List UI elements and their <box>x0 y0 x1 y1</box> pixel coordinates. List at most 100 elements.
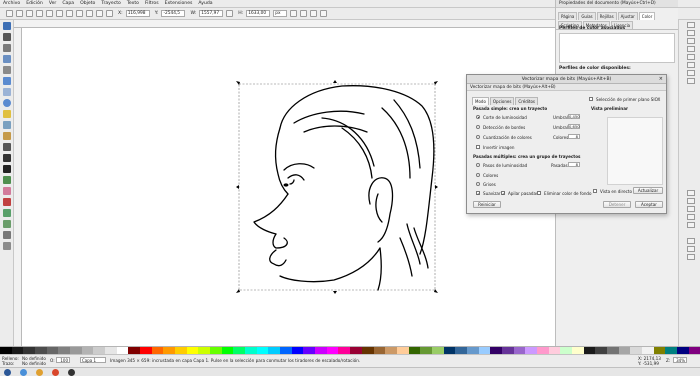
tab-snap[interactable]: Ajustar <box>617 12 638 20</box>
palette-swatch[interactable] <box>501 347 514 354</box>
move-patterns-icon[interactable] <box>320 10 328 17</box>
move-gradients-icon[interactable] <box>310 10 318 17</box>
menu-extensiones[interactable]: Extensiones <box>165 1 193 6</box>
palette-swatch[interactable] <box>525 347 537 354</box>
palette-swatch[interactable] <box>105 347 117 354</box>
menu-edicion[interactable]: Edición <box>26 1 43 6</box>
palette-swatch[interactable] <box>35 347 47 354</box>
palette-swatch[interactable] <box>303 347 316 354</box>
invert-image-checkbox[interactable] <box>476 145 480 149</box>
palette-swatch[interactable] <box>665 347 677 354</box>
color-quantization-radio[interactable] <box>476 135 480 139</box>
palette-swatch[interactable] <box>361 347 374 354</box>
grays-radio[interactable] <box>476 182 480 186</box>
palette-swatch[interactable] <box>326 347 339 354</box>
palette-swatch[interactable] <box>163 347 176 354</box>
lower-to-bottom-icon[interactable] <box>106 10 113 17</box>
vertical-ruler[interactable] <box>14 28 22 346</box>
opacity-field[interactable]: 100 <box>56 357 70 363</box>
palette-swatch[interactable] <box>291 347 304 354</box>
browser-icon[interactable] <box>20 369 27 376</box>
update-button[interactable]: Actualizar <box>633 187 663 194</box>
w-field[interactable]: 1557,97 <box>199 10 224 17</box>
palette-swatch[interactable] <box>151 347 164 354</box>
raise-icon[interactable] <box>86 10 93 17</box>
palette-swatch[interactable] <box>245 347 257 354</box>
horizontal-ruler[interactable] <box>14 20 555 28</box>
palette-swatch[interactable] <box>571 347 584 354</box>
undo-icon[interactable] <box>687 70 695 76</box>
export-icon[interactable] <box>687 62 695 68</box>
snap-nodes-icon[interactable] <box>687 206 695 212</box>
palette-swatch[interactable] <box>23 347 36 354</box>
palette-swatch[interactable] <box>198 347 211 354</box>
snap-bbox-icon[interactable] <box>687 198 695 204</box>
rotate-cw-icon[interactable] <box>46 10 53 17</box>
palette-swatch[interactable] <box>373 347 386 354</box>
menu-ver[interactable]: Ver <box>49 1 57 6</box>
ellipse-tool-icon[interactable] <box>3 99 11 107</box>
lower-icon[interactable] <box>96 10 103 17</box>
pen-tool-icon[interactable] <box>3 143 11 151</box>
snap-toggle-icon[interactable] <box>687 190 695 196</box>
flip-vertical-icon[interactable] <box>66 10 73 17</box>
palette-swatch[interactable] <box>490 347 502 354</box>
palette-swatch[interactable] <box>420 347 432 354</box>
y-field[interactable]: -2544,5 <box>161 10 186 17</box>
tab-options[interactable]: Opciones <box>489 97 515 105</box>
palette-swatch[interactable] <box>11 347 24 354</box>
palette-swatch[interactable] <box>128 347 141 354</box>
menu-trayecto[interactable]: Trayecto <box>101 1 121 6</box>
zoom-field[interactable]: 34% <box>673 357 687 363</box>
open-doc-icon[interactable] <box>687 30 695 36</box>
palette-swatch[interactable] <box>338 347 351 354</box>
star-tool-icon[interactable] <box>3 110 11 118</box>
eraser-tool-icon[interactable] <box>3 187 11 195</box>
palette-swatch[interactable] <box>93 347 106 354</box>
flip-horizontal-icon[interactable] <box>56 10 63 17</box>
close-icon[interactable]: × <box>659 75 663 84</box>
selector-tool-icon[interactable] <box>3 22 11 30</box>
tab-mode[interactable]: Modo <box>472 97 489 105</box>
palette-swatch[interactable] <box>478 347 491 354</box>
colors-radio[interactable] <box>476 173 480 177</box>
palette-swatch[interactable] <box>280 347 292 354</box>
palette-swatch[interactable] <box>676 347 689 354</box>
inkscape-icon[interactable] <box>68 369 75 376</box>
select-all-icon[interactable] <box>6 10 13 17</box>
palette-swatch[interactable] <box>536 347 549 354</box>
snap-path-icon[interactable] <box>687 254 695 260</box>
siox-checkbox[interactable] <box>589 97 593 101</box>
bucket-tool-icon[interactable] <box>3 198 11 206</box>
menu-archivo[interactable]: Archivo <box>3 1 20 6</box>
stroke-value[interactable]: No definido <box>22 361 46 366</box>
palette-swatch[interactable] <box>221 347 234 354</box>
palette-swatch[interactable] <box>175 347 187 354</box>
calligraphy-tool-icon[interactable] <box>3 154 11 162</box>
palette-swatch[interactable] <box>583 347 596 354</box>
palette-swatch[interactable] <box>186 347 199 354</box>
edge-detection-radio[interactable] <box>476 125 480 129</box>
palette-swatch[interactable] <box>630 347 642 354</box>
redo-icon[interactable] <box>687 78 695 84</box>
scale-stroke-icon[interactable] <box>290 10 298 17</box>
save-doc-icon[interactable] <box>687 38 695 44</box>
x-field[interactable]: 116,998 <box>125 10 150 17</box>
palette-swatch[interactable] <box>408 347 421 354</box>
start-icon[interactable] <box>4 369 11 376</box>
pencil-tool-icon[interactable] <box>3 132 11 140</box>
palette-swatch[interactable] <box>618 347 631 354</box>
palette-swatch[interactable] <box>396 347 409 354</box>
dropper-tool-icon[interactable] <box>3 231 11 239</box>
h-field[interactable]: 1633,00 <box>246 10 271 17</box>
palette-swatch[interactable] <box>466 347 479 354</box>
snap-page-icon[interactable] <box>687 222 695 228</box>
palette-swatch[interactable] <box>385 347 397 354</box>
quantization-colors-spinner[interactable]: 8 <box>568 134 580 139</box>
palette-swatch[interactable] <box>81 347 94 354</box>
rotate-ccw-icon[interactable] <box>36 10 43 17</box>
rectangle-tool-icon[interactable] <box>3 77 11 85</box>
threshold-spinner[interactable]: 0,450 <box>568 114 580 119</box>
palette-swatch[interactable] <box>46 347 59 354</box>
tab-grids[interactable]: Rejillas <box>596 12 617 20</box>
